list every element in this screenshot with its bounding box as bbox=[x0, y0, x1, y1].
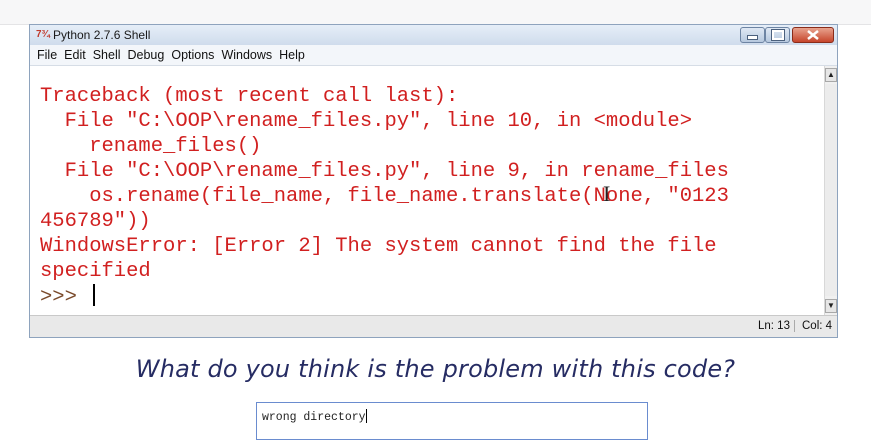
maximize-icon bbox=[770, 29, 785, 41]
traceback-line: Traceback (most recent call last): bbox=[40, 85, 459, 108]
menu-shell[interactable]: Shell bbox=[93, 48, 121, 62]
menu-options[interactable]: Options bbox=[171, 48, 214, 62]
title-bar[interactable]: 7¾ Python 2.7.6 Shell bbox=[30, 25, 837, 45]
answer-cursor bbox=[365, 409, 367, 423]
error-line: WindowsError: [Error 2] The system canno… bbox=[40, 235, 717, 258]
minimize-button[interactable] bbox=[740, 27, 765, 43]
prompt-line[interactable]: >>> bbox=[40, 284, 95, 310]
status-line-number: Ln: 13 bbox=[758, 320, 795, 332]
text-cursor bbox=[93, 284, 95, 306]
ibeam-cursor-icon: I bbox=[603, 181, 611, 206]
close-button[interactable] bbox=[792, 27, 834, 43]
error-line: specified bbox=[40, 260, 151, 283]
scroll-down-arrow-icon[interactable]: ▼ bbox=[825, 299, 837, 313]
browser-top-strip bbox=[0, 0, 871, 25]
shell-prompt: >>> bbox=[40, 286, 90, 309]
traceback-line: File "C:\OOP\rename_files.py", line 10, … bbox=[40, 110, 693, 133]
scroll-up-arrow-icon[interactable]: ▲ bbox=[825, 68, 837, 82]
python-shell-window: 7¾ Python 2.7.6 Shell File Edit Shell De… bbox=[29, 24, 838, 338]
minimize-icon bbox=[747, 35, 758, 40]
status-bar: Ln: 13 Col: 4 bbox=[30, 315, 837, 337]
traceback-line: 456789")) bbox=[40, 210, 151, 233]
menu-bar: File Edit Shell Debug Options Windows He… bbox=[30, 45, 837, 66]
shell-output-area[interactable]: Traceback (most recent call last): File … bbox=[30, 66, 824, 315]
python-app-icon: 7¾ bbox=[36, 29, 50, 40]
menu-windows[interactable]: Windows bbox=[221, 48, 272, 62]
menu-edit[interactable]: Edit bbox=[64, 48, 86, 62]
menu-debug[interactable]: Debug bbox=[128, 48, 165, 62]
traceback-line: os.rename(file_name, file_name.translate… bbox=[40, 185, 729, 208]
window-title: Python 2.7.6 Shell bbox=[53, 28, 151, 42]
close-icon bbox=[807, 30, 819, 40]
maximize-button[interactable] bbox=[765, 27, 790, 43]
traceback-line: rename_files() bbox=[40, 135, 262, 158]
status-column-number: Col: 4 bbox=[802, 320, 833, 332]
vertical-scrollbar[interactable]: ▲ ▼ bbox=[824, 66, 837, 315]
traceback-line: File "C:\OOP\rename_files.py", line 9, i… bbox=[40, 160, 729, 183]
menu-help[interactable]: Help bbox=[279, 48, 305, 62]
scrollbar-thumb[interactable] bbox=[825, 84, 837, 296]
quiz-question: What do you think is the problem with th… bbox=[135, 355, 736, 383]
menu-file[interactable]: File bbox=[37, 48, 57, 62]
answer-input[interactable]: wrong directory bbox=[256, 402, 648, 440]
answer-text: wrong directory bbox=[262, 411, 366, 424]
